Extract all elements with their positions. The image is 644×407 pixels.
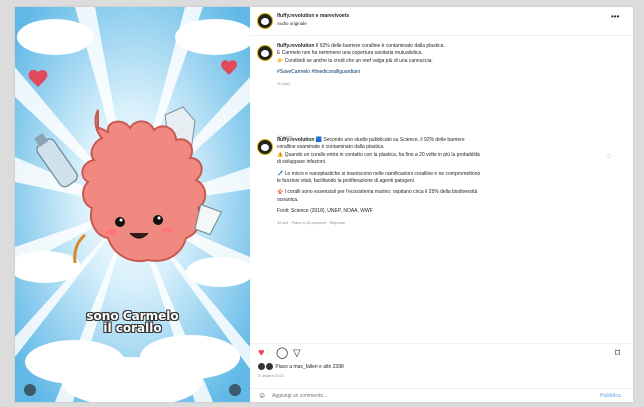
liker-avatar: [258, 363, 265, 370]
media-overlay-text: sono Carmelo il corallo: [15, 310, 250, 334]
post-username[interactable]: fluffy.revolution e marevivoets: [277, 13, 349, 19]
caption-line-2: E Carmelo non ha nemmeno una copertura s…: [277, 50, 423, 57]
add-comment-bar: ☺ Pubblica: [250, 388, 633, 402]
caption-line-1: Il 92% delle barriere coralline è contam…: [315, 43, 445, 49]
post-date: 3 ottobre 2023: [258, 373, 284, 378]
comment-line-4: 🪸 I coralli sono essenziali per l'ecosis…: [277, 189, 478, 203]
publish-button[interactable]: Pubblica: [600, 393, 621, 399]
audio-toggle-button[interactable]: [24, 384, 36, 396]
post-header: fluffy.revolution e marevivoets Audio or…: [250, 7, 633, 36]
caption-username[interactable]: fluffy.revolution: [277, 43, 314, 49]
comment-username[interactable]: fluffy.revolution: [277, 137, 314, 143]
caption-line-3: 👉 Condividi se anche tu credi che un ree…: [277, 57, 433, 64]
liker-avatar: [266, 363, 273, 370]
more-options-icon[interactable]: •••: [611, 12, 619, 21]
comment-sources: Fonti: Science (2018), UNEP, NOAA, WWF: [277, 208, 373, 215]
post-modal: sono Carmelo il corallo fluffy.revolutio…: [15, 7, 633, 402]
add-comment-input[interactable]: [272, 392, 552, 400]
likes-summary[interactable]: Piace a max_falleri e altri 2398: [258, 363, 344, 370]
avatar[interactable]: [257, 139, 273, 155]
emoji-icon[interactable]: ☺: [258, 391, 266, 400]
caption-hashtags[interactable]: #SaveCarmelo #finedicoralliguardiani: [277, 69, 482, 76]
caption-time: 2h (sic): [277, 80, 291, 86]
comment-text: fluffy.revolution 🟦 Secondo uno studio p…: [277, 137, 482, 226]
overlay-line-2: il corallo: [103, 321, 162, 335]
bookmark-icon[interactable]: ⌑: [615, 348, 620, 359]
action-bar: ♥ ◯ ▽ ⌑: [250, 343, 633, 362]
caption-text: fluffy.revolution Il 92% delle barriere …: [277, 43, 482, 87]
audio-label[interactable]: Audio originale: [277, 21, 307, 26]
heart-filled-icon[interactable]: ♥: [258, 348, 265, 359]
post-media[interactable]: sono Carmelo il corallo: [15, 7, 250, 402]
comment-like-icon[interactable]: ♡: [606, 153, 611, 160]
comment-icon[interactable]: ◯: [276, 348, 288, 359]
comment-line-3: 🖊️ Le micro e nanoplastiche si inserisco…: [277, 170, 481, 185]
post-sidebar: fluffy.revolution e marevivoets Audio or…: [250, 7, 633, 402]
tagged-users-button[interactable]: [229, 384, 241, 396]
comment-line-2: ⚠️ Quando un corallo entra in contatto c…: [277, 151, 480, 166]
coral-illustration: [15, 7, 250, 402]
avatar[interactable]: [257, 13, 273, 29]
avatar[interactable]: [257, 45, 273, 61]
likes-text: Piace a max_falleri e altri 2398: [275, 363, 344, 370]
send-icon[interactable]: ▽: [293, 348, 301, 359]
comment-meta[interactable]: 35 set · Piace a 18 persone · Rispondi: [277, 219, 482, 226]
